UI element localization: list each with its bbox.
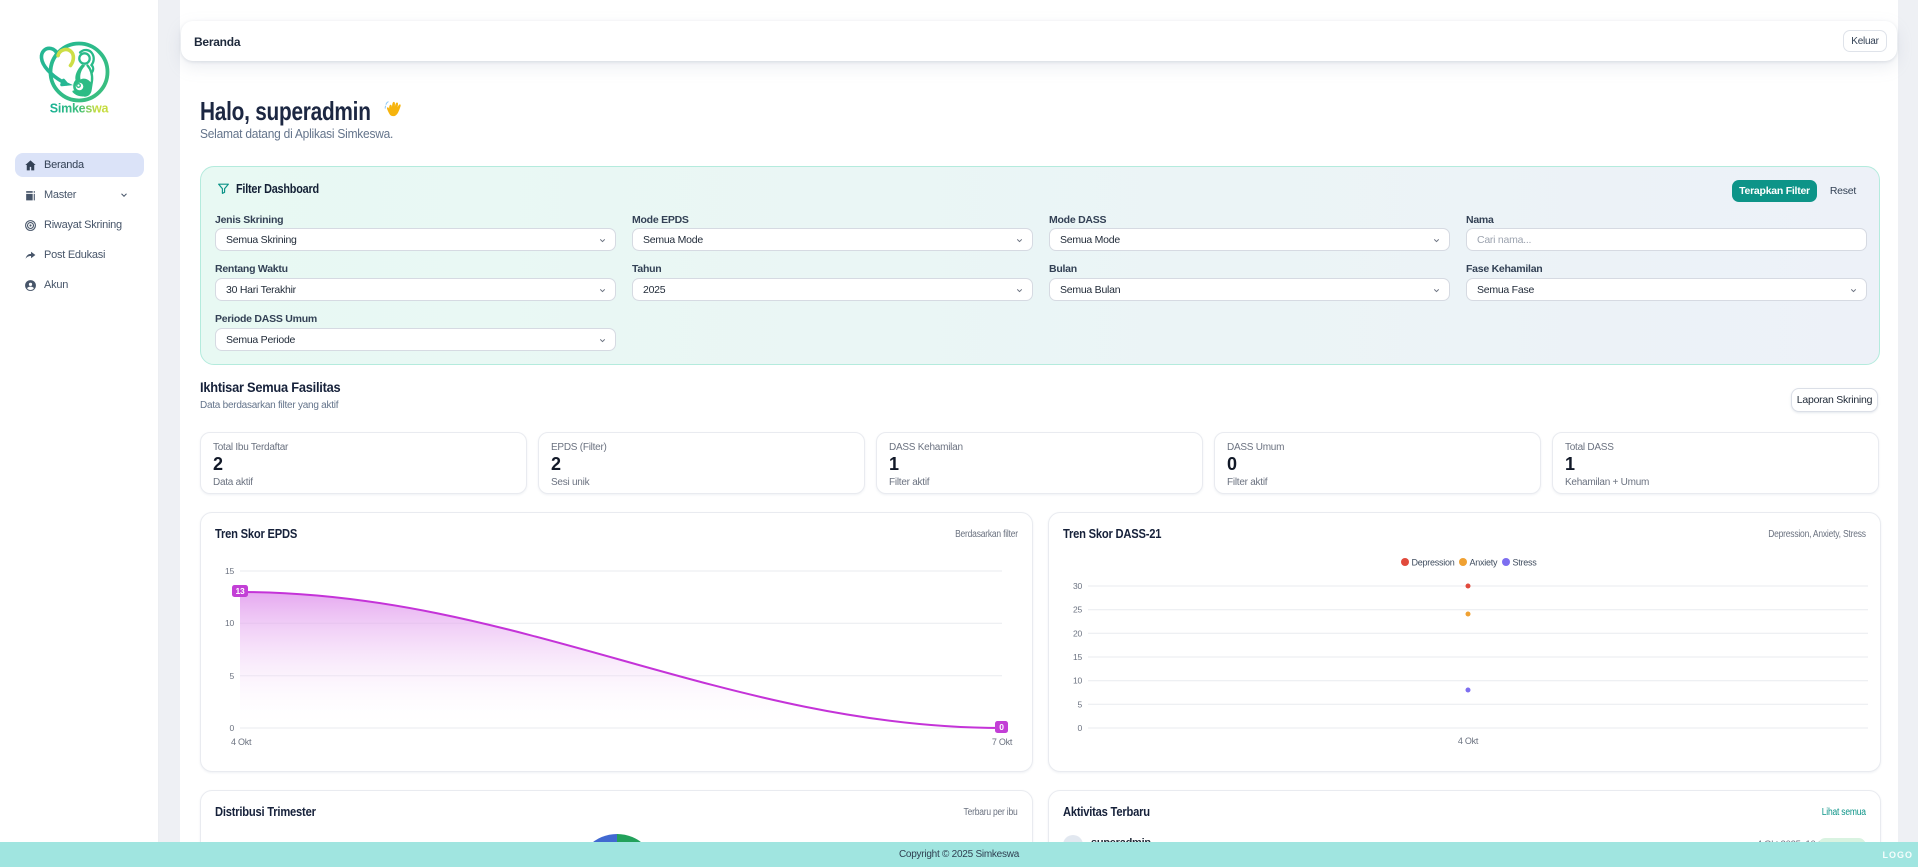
svg-text:5: 5	[1078, 699, 1083, 709]
svg-text:7 Okt: 7 Okt	[992, 737, 1013, 747]
svg-text:4 Okt: 4 Okt	[1458, 736, 1479, 746]
svg-text:10: 10	[1073, 676, 1082, 686]
svg-text:Simkeswa: Simkeswa	[50, 102, 110, 116]
svg-text:15: 15	[1073, 652, 1082, 662]
svg-text:0: 0	[230, 723, 235, 733]
svg-text:0: 0	[999, 722, 1004, 732]
svg-text:4 Okt: 4 Okt	[231, 737, 252, 747]
svg-text:15: 15	[225, 566, 234, 576]
svg-text:Anxiety: Anxiety	[1470, 558, 1499, 568]
svg-text:13: 13	[236, 586, 245, 596]
svg-text:0: 0	[1078, 723, 1083, 733]
svg-text:25: 25	[1073, 605, 1082, 615]
svg-text:10: 10	[225, 618, 234, 628]
svg-text:Stress: Stress	[1513, 558, 1538, 568]
svg-text:30: 30	[1073, 581, 1082, 591]
svg-text:Depression: Depression	[1412, 558, 1455, 568]
svg-text:5: 5	[230, 671, 235, 681]
svg-text:20: 20	[1073, 628, 1082, 638]
